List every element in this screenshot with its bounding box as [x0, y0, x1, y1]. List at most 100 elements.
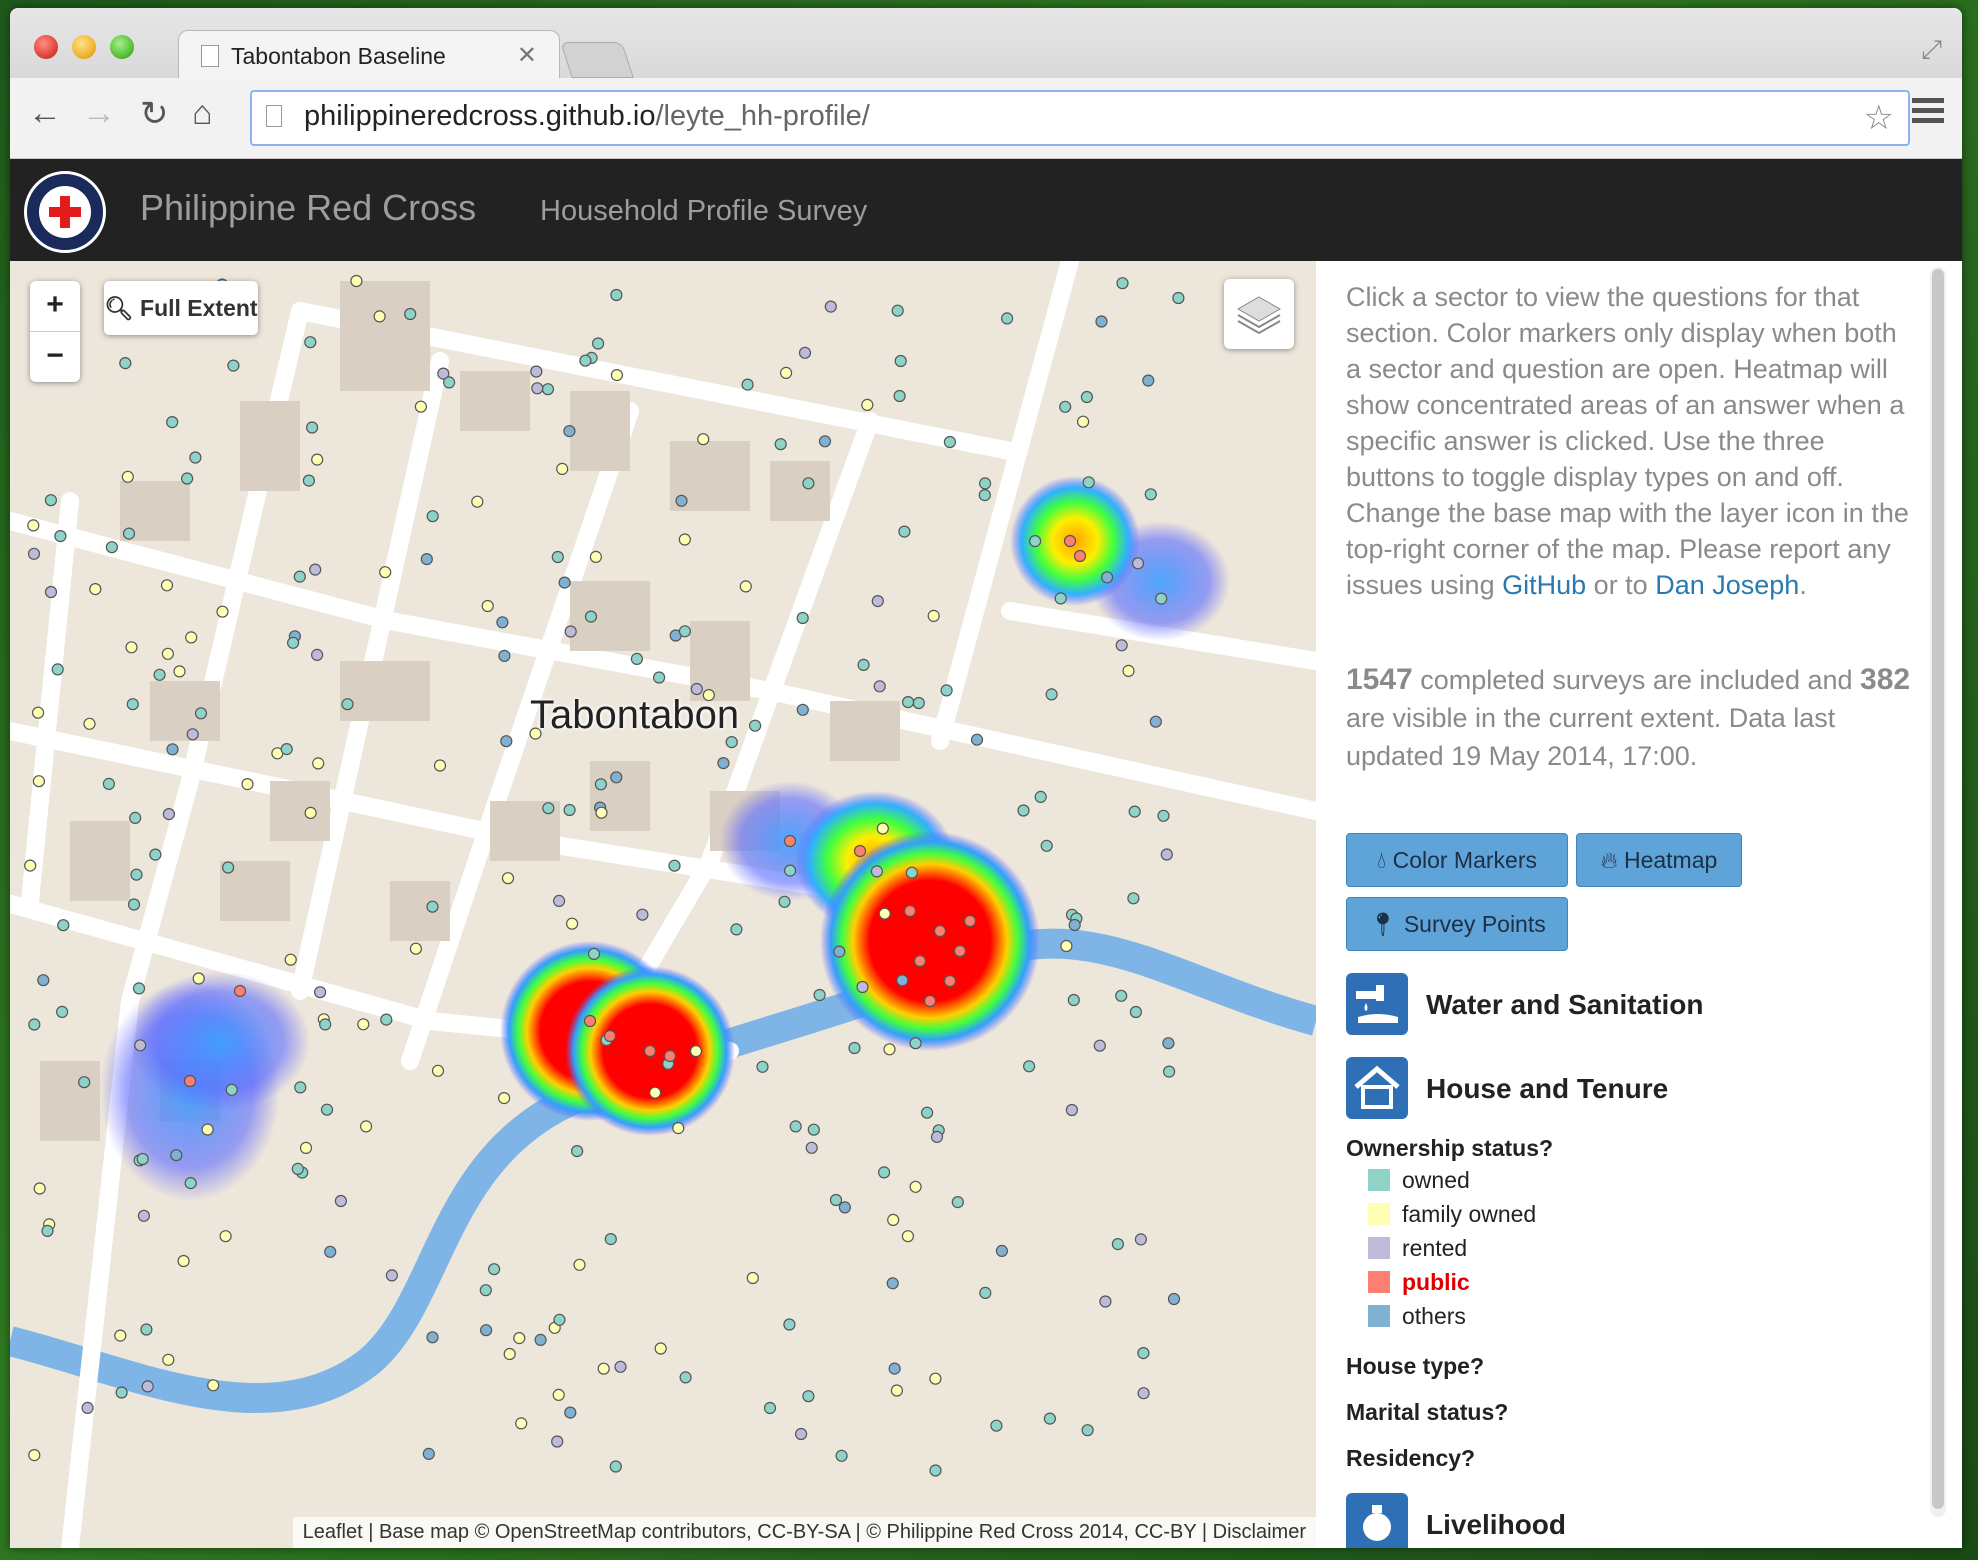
survey-point-marker[interactable]: [105, 541, 119, 554]
survey-point-marker[interactable]: [162, 807, 175, 821]
survey-point-marker[interactable]: [1043, 1412, 1057, 1425]
survey-point-marker[interactable]: [835, 1449, 848, 1462]
survey-point-marker[interactable]: [534, 1333, 547, 1347]
survey-point-marker[interactable]: [173, 665, 186, 678]
survey-point-marker[interactable]: [587, 947, 601, 961]
survey-point-marker[interactable]: [334, 1194, 347, 1208]
survey-point-marker[interactable]: [309, 563, 322, 576]
survey-point-marker[interactable]: [1022, 1060, 1036, 1073]
survey-point-marker[interactable]: [1137, 1387, 1150, 1400]
survey-point-marker[interactable]: [125, 641, 138, 654]
survey-point-marker[interactable]: [360, 1120, 373, 1133]
survey-point-marker[interactable]: [1065, 1103, 1079, 1117]
survey-point-marker[interactable]: [306, 421, 319, 434]
survey-point-marker[interactable]: [54, 530, 67, 543]
survey-point-marker[interactable]: [564, 625, 577, 638]
survey-point-marker[interactable]: [829, 1193, 843, 1207]
survey-point-marker[interactable]: [542, 802, 555, 815]
survey-point-marker[interactable]: [888, 1362, 901, 1375]
heatmap-button[interactable]: 🔥︎ Heatmap: [1576, 833, 1742, 887]
survey-point-marker[interactable]: [583, 1014, 597, 1028]
survey-point-marker[interactable]: [1162, 1065, 1176, 1078]
survey-point-marker[interactable]: [679, 1371, 692, 1384]
survey-point-marker[interactable]: [552, 1388, 565, 1402]
layers-icon[interactable]: [1224, 279, 1294, 349]
survey-point-marker[interactable]: [901, 1230, 915, 1243]
survey-point-marker[interactable]: [995, 1244, 1009, 1258]
survey-point-marker[interactable]: [160, 579, 174, 592]
survey-point-marker[interactable]: [1028, 535, 1042, 548]
survey-point-marker[interactable]: [604, 1232, 617, 1246]
survey-point-marker[interactable]: [141, 1380, 154, 1393]
full-extent-button[interactable]: 🔍︎ Full Extent: [104, 281, 258, 335]
survey-point-marker[interactable]: [668, 859, 681, 872]
survey-point-marker[interactable]: [739, 580, 752, 593]
survey-point-marker[interactable]: [883, 1043, 896, 1056]
survey-point-marker[interactable]: [783, 864, 797, 877]
survey-point-marker[interactable]: [663, 1049, 677, 1063]
map-view[interactable]: + − 🔍︎ Full Extent Tabontabon Leaflet | …: [10, 261, 1316, 1548]
survey-point-marker[interactable]: [57, 919, 70, 932]
survey-point-marker[interactable]: [294, 1081, 307, 1094]
survey-point-marker[interactable]: [551, 550, 564, 564]
survey-point-marker[interactable]: [940, 684, 953, 697]
survey-point-marker[interactable]: [115, 1386, 128, 1399]
survey-point-marker[interactable]: [44, 585, 58, 599]
survey-point-marker[interactable]: [563, 425, 576, 438]
survey-point-marker[interactable]: [222, 861, 235, 874]
survey-point-marker[interactable]: [898, 525, 911, 538]
survey-point-marker[interactable]: [905, 866, 919, 879]
survey-point-marker[interactable]: [488, 1263, 501, 1276]
survey-point-marker[interactable]: [162, 1353, 175, 1366]
survey-point-marker[interactable]: [594, 778, 608, 791]
survey-point-marker[interactable]: [51, 663, 64, 676]
survey-points-button[interactable]: 📍︎ Survey Points: [1346, 897, 1568, 951]
close-window-button[interactable]: [34, 35, 58, 59]
survey-point-marker[interactable]: [471, 495, 484, 508]
survey-point-marker[interactable]: [930, 1130, 944, 1144]
survey-point-marker[interactable]: [1067, 993, 1080, 1007]
survey-point-marker[interactable]: [1144, 488, 1157, 501]
survey-point-marker[interactable]: [134, 1039, 147, 1052]
survey-point-marker[interactable]: [912, 696, 925, 710]
survey-point-marker[interactable]: [848, 1041, 861, 1055]
survey-point-marker[interactable]: [610, 288, 623, 302]
survey-point-marker[interactable]: [177, 1254, 190, 1268]
survey-point-marker[interactable]: [861, 398, 874, 411]
survey-point-marker[interactable]: [241, 777, 254, 791]
survey-point-marker[interactable]: [186, 728, 199, 741]
survey-point-marker[interactable]: [597, 1362, 610, 1375]
survey-point-marker[interactable]: [909, 1180, 922, 1193]
survey-point-marker[interactable]: [903, 904, 917, 918]
sector-livelihood[interactable]: Livelihood: [1346, 1493, 1946, 1548]
survey-point-marker[interactable]: [672, 1121, 685, 1135]
question-residency[interactable]: Residency?: [1346, 1445, 1475, 1472]
survey-point-marker[interactable]: [28, 1018, 41, 1031]
survey-point-marker[interactable]: [913, 954, 927, 968]
survey-point-marker[interactable]: [963, 914, 977, 928]
maximize-window-button[interactable]: [110, 35, 134, 59]
survey-point-marker[interactable]: [778, 895, 791, 908]
survey-point-marker[interactable]: [414, 400, 427, 413]
survey-point-marker[interactable]: [379, 566, 392, 579]
survey-point-marker[interactable]: [233, 984, 247, 998]
survey-point-marker[interactable]: [37, 974, 50, 987]
survey-point-marker[interactable]: [127, 898, 141, 911]
survey-point-marker[interactable]: [291, 1162, 304, 1176]
survey-point-marker[interactable]: [725, 736, 738, 749]
survey-point-marker[interactable]: [853, 844, 867, 858]
survey-point-marker[interactable]: [1162, 1037, 1175, 1050]
survey-point-marker[interactable]: [207, 1379, 220, 1392]
survey-point-marker[interactable]: [320, 1103, 334, 1116]
survey-point-marker[interactable]: [404, 307, 417, 321]
survey-point-marker[interactable]: [802, 477, 815, 490]
survey-point-marker[interactable]: [185, 631, 198, 644]
survey-point-marker[interactable]: [896, 974, 909, 987]
survey-point-marker[interactable]: [891, 304, 904, 317]
survey-point-marker[interactable]: [136, 1152, 149, 1166]
survey-point-marker[interactable]: [1045, 688, 1058, 701]
survey-point-marker[interactable]: [565, 917, 579, 930]
survey-point-marker[interactable]: [1093, 1039, 1106, 1052]
survey-point-marker[interactable]: [183, 1074, 197, 1088]
survey-point-marker[interactable]: [603, 1029, 617, 1043]
